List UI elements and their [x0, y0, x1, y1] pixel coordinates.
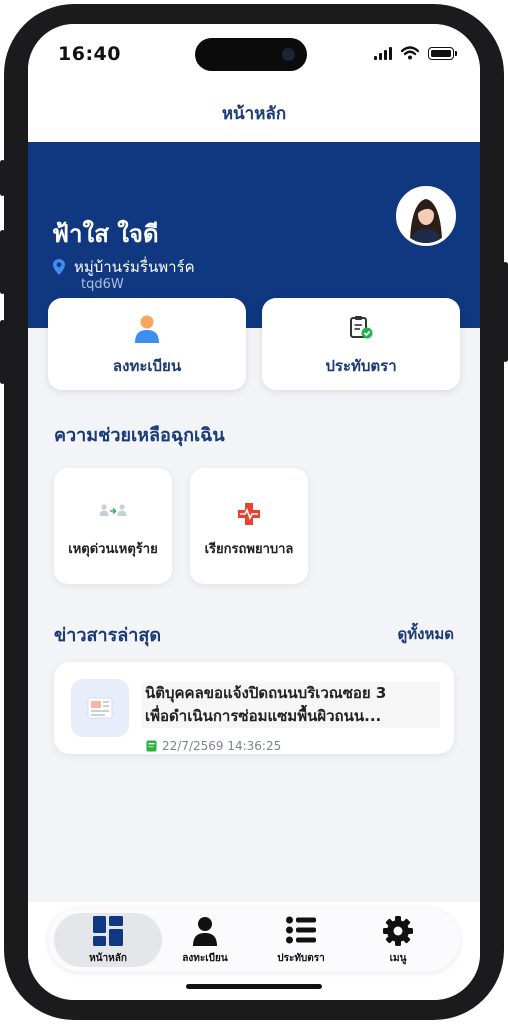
emergency-incident-card[interactable]: เหตุด่วนเหตุร้าย [54, 468, 172, 584]
news-title: ข่าวสารล่าสุด [54, 625, 162, 646]
medical-cross-icon [238, 503, 260, 525]
volume-down-button [0, 320, 5, 384]
page-title: หน้าหลัก [221, 103, 287, 124]
register-card[interactable]: ลงทะเบียน [48, 298, 246, 390]
gear-icon [383, 916, 413, 946]
dynamic-island [195, 38, 307, 71]
volume-up-button [0, 230, 5, 294]
tab-home-label: หน้าหลัก [89, 953, 127, 964]
register-label: ลงทะเบียน [112, 357, 182, 375]
home-indicator[interactable] [186, 984, 322, 989]
tab-register[interactable]: ลงทะเบียน [155, 908, 255, 972]
news-headline: นิติบุคคลขอแจ้งปิดถนนบริเวณซอย 3 เพื่อดำ… [142, 682, 440, 728]
emergency-ambulance-card[interactable]: เรียกรถพยาบาล [190, 468, 308, 584]
village-name: หมู่บ้านร่มรื่นพาร์ค [74, 258, 195, 276]
status-bar: 16:40 [28, 24, 480, 84]
signal-icon [374, 46, 392, 60]
stamp-label: ประทับตรา [325, 357, 397, 375]
person-icon [193, 917, 217, 946]
news-thumbnail [71, 679, 129, 737]
battery-icon [428, 46, 457, 60]
incident-label: เหตุด่วนเหตุร้าย [68, 542, 158, 557]
nav-bar: หน้าหลัก [28, 84, 480, 142]
tab-register-label: ลงทะเบียน [182, 953, 228, 964]
power-button [503, 262, 508, 362]
news-date: 22/7/2569 14:36:25 [162, 739, 282, 753]
news-headline-line2: เพื่อดำเนินการซ่อมแซมพื้นผิวถนน... [145, 707, 382, 725]
news-date-row: 22/7/2569 14:36:25 [146, 739, 281, 753]
stamp-card[interactable]: ประทับตรา [262, 298, 460, 390]
status-time: 16:40 [58, 43, 121, 65]
location-pin-icon [53, 259, 65, 275]
ambulance-label: เรียกรถพยาบาล [204, 542, 294, 557]
tab-stamp-label: ประทับตรา [277, 953, 325, 964]
location-row: หมู่บ้านร่มรื่นพาร์ค [52, 255, 195, 279]
action-button [0, 160, 5, 196]
user-code: tqd6W [81, 277, 124, 292]
tab-home[interactable]: หน้าหลัก [58, 908, 158, 972]
tab-menu-label: เมนู [389, 953, 407, 964]
camera-icon [282, 48, 295, 61]
tab-bar-pill: หน้าหลัก ลงทะเบียน ประทับตรา เมนู [48, 908, 460, 972]
news-item[interactable]: นิติบุคคลขอแจ้งปิดถนนบริเวณซอย 3 เพื่อดำ… [54, 662, 454, 754]
tab-stamp[interactable]: ประทับตรา [251, 908, 351, 972]
clipboard-check-icon [350, 316, 373, 339]
person-icon [135, 315, 159, 343]
newspaper-icon [87, 697, 113, 719]
wifi-icon [401, 46, 419, 60]
avatar[interactable] [396, 186, 456, 246]
tab-menu[interactable]: เมนู [348, 908, 448, 972]
screen: 16:40 หน้าหลัก ฟ้าใส ใจดี หมู่บ้านร่มรื่… [28, 24, 480, 1000]
grid-icon [93, 916, 123, 946]
user-name: ฟ้าใส ใจดี [52, 220, 159, 248]
user-avatar-icon [399, 189, 453, 243]
see-all-link[interactable]: ดูทั้งหมด [398, 622, 454, 646]
people-alert-icon [99, 504, 127, 516]
list-icon [286, 916, 316, 944]
emergency-title: ความช่วยเหลือฉุกเฉิน [54, 425, 225, 446]
status-icons [374, 45, 457, 61]
news-date-icon [146, 740, 157, 752]
news-headline-line1: นิติบุคคลขอแจ้งปิดถนนบริเวณซอย 3 [145, 684, 387, 702]
